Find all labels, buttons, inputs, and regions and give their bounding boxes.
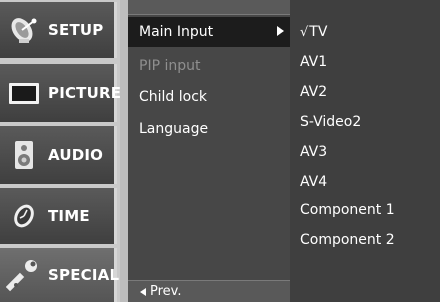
prev-button[interactable]: Prev. <box>128 280 290 302</box>
option-component-2[interactable]: Component 2 <box>300 228 395 252</box>
submenu-item-label: PIP input <box>139 58 201 74</box>
submenu-item-language[interactable]: Language <box>128 114 290 144</box>
tv-screen-icon <box>9 83 39 104</box>
option-label: AV2 <box>300 84 328 100</box>
option-label: AV1 <box>300 54 328 70</box>
chevron-left-icon <box>140 287 146 296</box>
option-label: Component 1 <box>300 202 395 218</box>
option-label: Component 2 <box>300 232 395 248</box>
input-options-panel: √ TV AV1 AV2 S-Video2 AV3 AV4 Component … <box>290 0 440 302</box>
sidebar-item-label: SETUP <box>48 21 104 39</box>
submenu-item-label: Language <box>139 121 209 137</box>
sidebar-item-picture[interactable]: PICTURE <box>0 64 121 122</box>
option-label: S-Video2 <box>300 114 362 130</box>
sidebar-item-label: SPECIAL <box>48 266 120 284</box>
submenu-header-bar <box>128 0 290 15</box>
special-submenu: Main Input PIP input Child lock Language… <box>128 0 290 302</box>
option-tv[interactable]: √ TV <box>300 20 327 44</box>
sidebar-item-label: TIME <box>48 207 90 225</box>
submenu-item-pip-input: PIP input <box>128 51 290 81</box>
submenu-item-child-lock[interactable]: Child lock <box>128 82 290 112</box>
option-av3[interactable]: AV3 <box>300 140 327 164</box>
option-component-1[interactable]: Component 1 <box>300 198 395 222</box>
category-sidebar: SETUP PICTURE AUDIO TIME SPECIAL <box>0 0 121 302</box>
chevron-right-icon <box>277 26 284 36</box>
option-label: AV3 <box>300 144 328 160</box>
submenu-item-label: Child lock <box>139 89 208 105</box>
option-av1[interactable]: AV1 <box>300 50 327 74</box>
wrench-icon <box>6 260 37 292</box>
sidebar-item-time[interactable]: TIME <box>0 188 117 244</box>
option-label: AV4 <box>300 174 328 190</box>
sidebar-item-setup[interactable]: SETUP <box>0 2 117 58</box>
option-label: TV <box>309 24 328 40</box>
checkmark-icon: √ <box>300 24 309 40</box>
option-av2[interactable]: AV2 <box>300 80 327 104</box>
prev-label: Prev. <box>150 284 182 299</box>
submenu-item-label: Main Input <box>139 24 214 40</box>
satellite-dish-icon <box>11 18 37 43</box>
sidebar-item-label: PICTURE <box>48 84 122 102</box>
sidebar-item-special[interactable]: SPECIAL <box>0 248 120 302</box>
submenu-item-main-input[interactable]: Main Input <box>128 17 290 47</box>
option-s-video2[interactable]: S-Video2 <box>300 110 361 134</box>
sidebar-item-label: AUDIO <box>48 146 104 164</box>
clock-icon <box>14 204 34 228</box>
sidebar-item-audio[interactable]: AUDIO <box>0 126 117 184</box>
menu-divider <box>120 0 128 302</box>
option-av4[interactable]: AV4 <box>300 170 327 194</box>
speaker-icon <box>15 141 33 169</box>
